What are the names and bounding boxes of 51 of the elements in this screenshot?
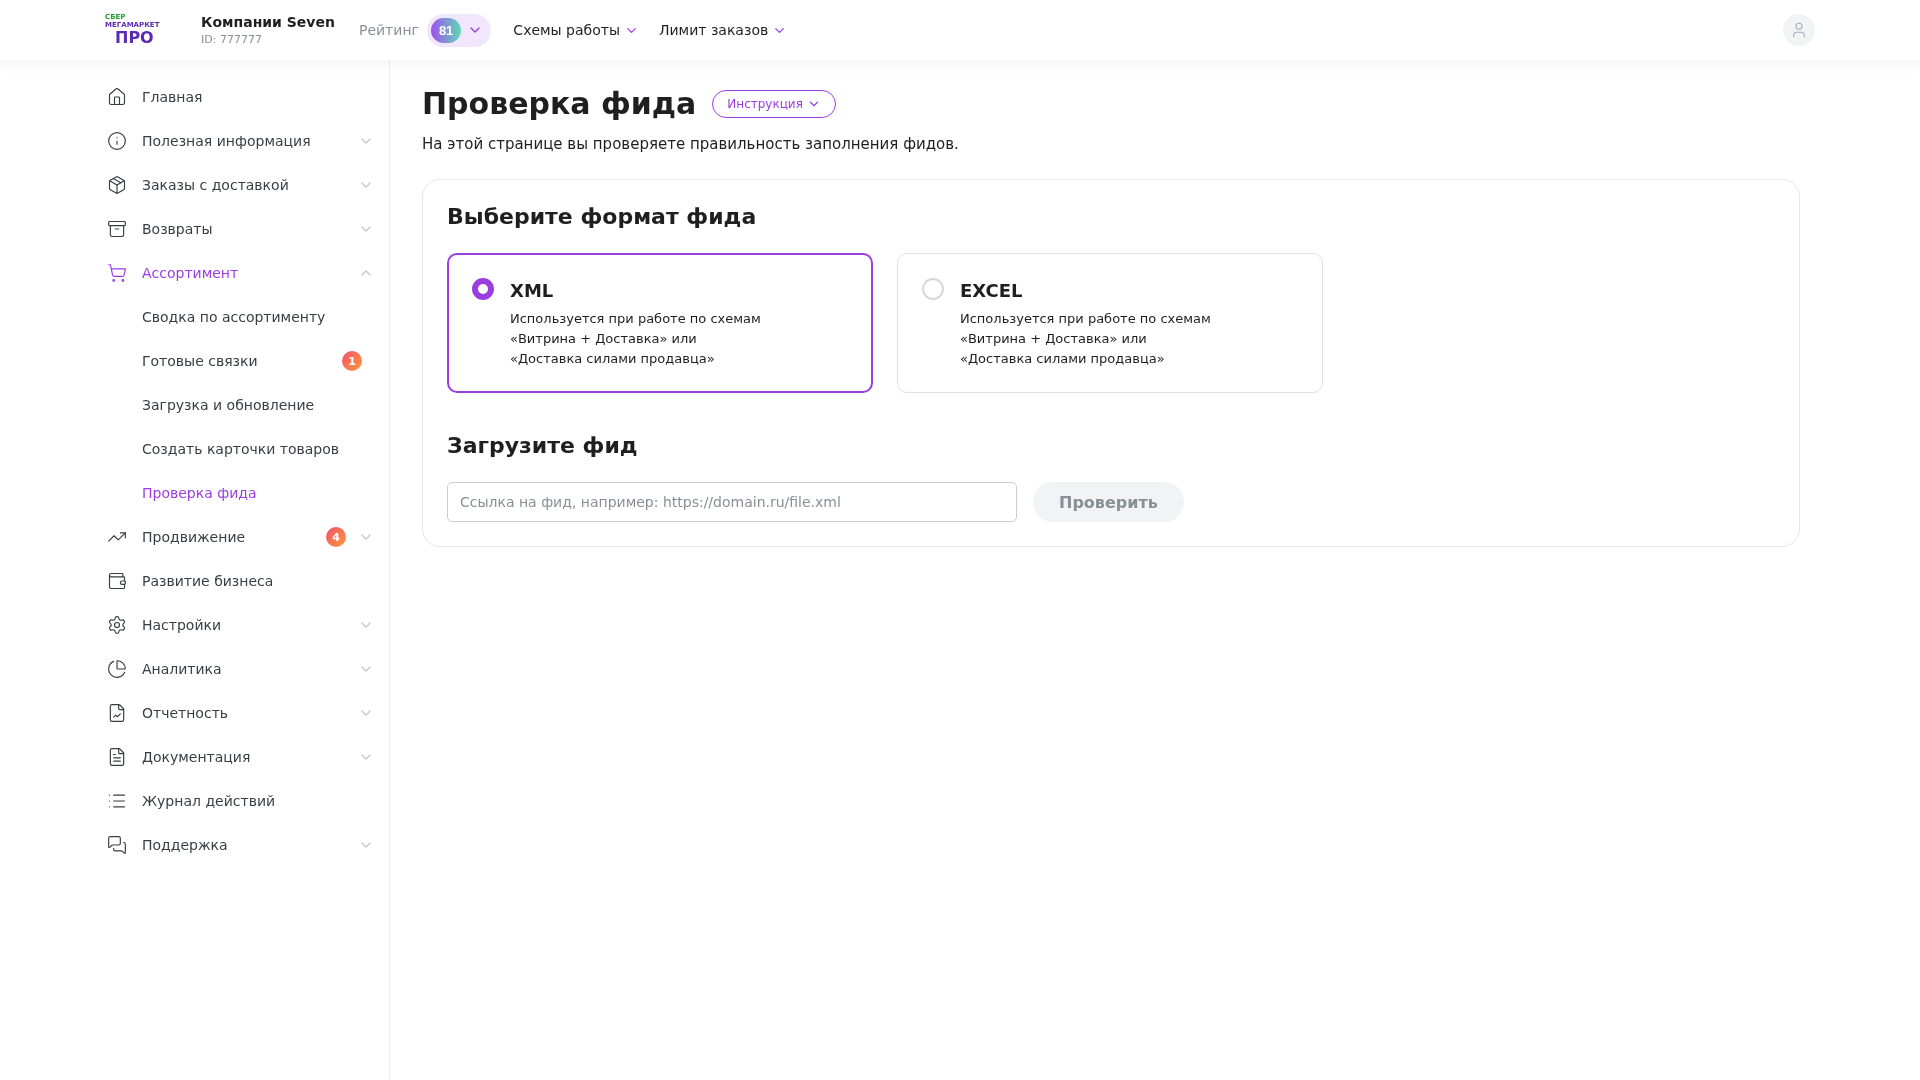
chat-icon	[107, 835, 127, 855]
house-icon	[107, 87, 127, 107]
report-icon	[107, 703, 127, 723]
format-description: Используется при работе по схемам «Витрина + Доставка» или «Доставка силами продавца»	[510, 310, 761, 368]
wallet-icon	[107, 571, 127, 591]
sidebar-item[interactable]: Создать карточки товаров	[0, 427, 389, 471]
sidebar-item[interactable]: Заказы с доставкой	[0, 163, 389, 207]
sidebar-item[interactable]: Главная	[0, 75, 389, 119]
menu-dropdown[interactable]: Схемы работы	[513, 22, 639, 38]
rating-badge: 81	[430, 17, 462, 43]
archive-icon	[107, 219, 127, 239]
page-description: На этой странице вы проверяете правильность заполнения фидов.	[422, 135, 960, 153]
sidebar-item[interactable]: Отчетность	[0, 691, 389, 735]
instructions-button[interactable]: Инструкция	[712, 89, 836, 118]
sidebar-item[interactable]: Настройки	[0, 603, 389, 647]
format-option[interactable]: EXCEL Используется при работе по схемам «Витрина + Доставка» или «Доставка силами продавца»	[897, 253, 1323, 393]
format-name: EXCEL	[960, 280, 1024, 301]
format-description: Используется при работе по схемам «Витрина + Доставка» или «Доставка силами продавца»	[960, 310, 1211, 368]
info-icon	[107, 131, 127, 151]
section-heading: Загрузите фид	[447, 433, 639, 458]
rating-label: Рейтинг	[358, 22, 419, 38]
sidebar-item[interactable]: Ассортимент	[0, 251, 389, 295]
url-field[interactable]: Ссылка на фид, например: https://domain.ru/file.xml	[447, 482, 1017, 522]
sidebar-item[interactable]: Проверка фида	[0, 471, 389, 515]
sidebar-item[interactable]: Полезная информация	[0, 119, 389, 163]
user-avatar-icon[interactable]	[1783, 14, 1815, 46]
section-heading: Выберите формат фида	[447, 204, 758, 229]
page-title: Проверка фида	[422, 86, 697, 121]
format-option[interactable]: XML Используется при работе по схемам «Витрина + Доставка» или «Доставка силами продавца»	[447, 253, 873, 393]
company-id: ID: 777777	[201, 33, 263, 46]
company-name: Компании Seven	[201, 14, 335, 30]
gear-icon	[107, 615, 127, 635]
count-badge: 1	[342, 351, 362, 371]
box-icon	[107, 175, 127, 195]
sidebar-item[interactable]: Аналитика	[0, 647, 389, 691]
sidebar-item[interactable]: Журнал действий	[0, 779, 389, 823]
sidebar-item[interactable]: Загрузка и обновление	[0, 383, 389, 427]
document-icon	[107, 747, 127, 767]
pie-chart-icon	[107, 659, 127, 679]
count-badge: 4	[326, 527, 346, 547]
menu-dropdown[interactable]: Лимит заказов	[659, 22, 788, 38]
cart-icon	[107, 263, 127, 283]
sidebar-item[interactable]: Готовые связки 1	[0, 339, 389, 383]
sidebar-item[interactable]: Возвраты	[0, 207, 389, 251]
sidebar-item[interactable]: Документация	[0, 735, 389, 779]
sidebar-item[interactable]: Развитие бизнеса	[0, 559, 389, 603]
sidebar-item[interactable]: Поддержка	[0, 823, 389, 867]
sidebar-item[interactable]: Продвижение 4	[0, 515, 389, 559]
sidebar-item[interactable]: Сводка по ассортименту	[0, 295, 389, 339]
radio-button[interactable]	[472, 278, 494, 300]
format-name: XML	[510, 280, 555, 301]
